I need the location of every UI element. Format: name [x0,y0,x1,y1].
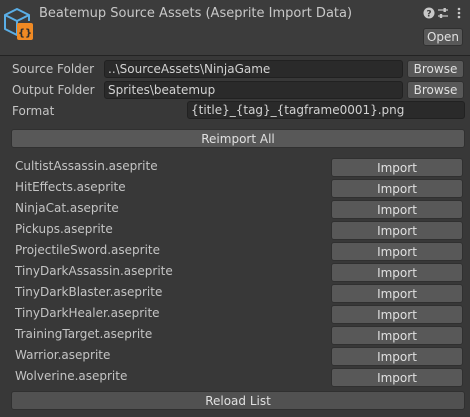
file-row: CultistAssassin.aseprite Import [0,157,470,178]
output-folder-label: Output Folder [12,83,95,97]
file-row: TinyDarkHealer.aseprite Import [0,304,470,325]
file-row: TinyDarkAssassin.aseprite Import [0,262,470,283]
file-row: HitEffects.aseprite Import [0,178,470,199]
file-row: ProjectileSword.aseprite Import [0,241,470,262]
help-icon[interactable]: ? [423,7,435,19]
import-button[interactable]: Import [331,158,463,177]
file-row: NinjaCat.aseprite Import [0,199,470,220]
svg-text:?: ? [426,9,431,19]
preset-sliders-icon[interactable] [437,7,449,19]
file-name: TrainingTarget.aseprite [15,327,153,341]
import-button[interactable]: Import [331,221,463,240]
file-row: Wolverine.aseprite Import [0,367,470,388]
import-button[interactable]: Import [331,179,463,198]
import-button[interactable]: Import [331,305,463,324]
file-name: Wolverine.aseprite [15,369,128,383]
svg-text:{}: {} [18,28,32,39]
file-name: ProjectileSword.aseprite [15,243,160,257]
import-button[interactable]: Import [331,368,463,387]
file-name: Pickups.aseprite [15,222,113,236]
format-field[interactable] [187,101,465,119]
source-folder-label: Source Folder [12,62,95,76]
open-button[interactable]: Open [423,28,463,46]
file-row: Warrior.aseprite Import [0,346,470,367]
import-button[interactable]: Import [331,242,463,261]
file-row: Pickups.aseprite Import [0,220,470,241]
import-button[interactable]: Import [331,284,463,303]
reload-list-button[interactable]: Reload List [11,391,465,410]
source-folder-browse-button[interactable]: Browse [407,60,464,78]
format-label: Format [12,104,55,118]
file-name: NinjaCat.aseprite [15,201,119,215]
file-row: TrainingTarget.aseprite Import [0,325,470,346]
output-folder-browse-button[interactable]: Browse [407,81,464,99]
import-button[interactable]: Import [331,200,463,219]
asset-title: Beatemup Source Assets (Aseprite Import … [39,6,353,21]
file-name: TinyDarkHealer.aseprite [15,306,160,320]
import-button[interactable]: Import [331,326,463,345]
file-name: CultistAssassin.aseprite [15,159,158,173]
reimport-all-button[interactable]: Reimport All [11,129,465,148]
asset-script-icon: {} [4,8,33,40]
more-options-icon[interactable] [453,7,465,19]
inspector-header: {} Beatemup Source Assets (Aseprite Impo… [0,0,470,56]
import-button[interactable]: Import [331,263,463,282]
file-name: Warrior.aseprite [15,348,111,362]
file-name: HitEffects.aseprite [15,180,126,194]
output-folder-field[interactable] [104,81,403,99]
source-folder-field[interactable] [104,60,403,78]
file-row: TinyDarkBlaster.aseprite Import [0,283,470,304]
file-name: TinyDarkBlaster.aseprite [15,285,163,299]
import-button[interactable]: Import [331,347,463,366]
file-name: TinyDarkAssassin.aseprite [15,264,173,278]
